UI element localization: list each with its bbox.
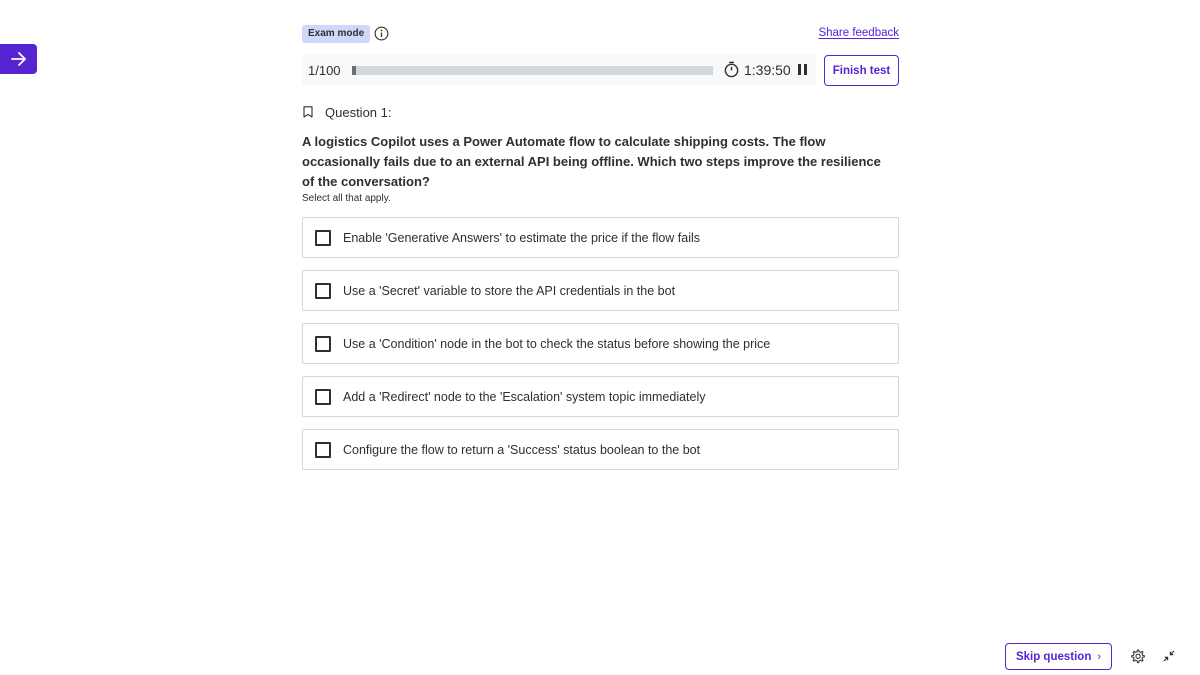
answer-option-label: Add a 'Redirect' node to the 'Escalation… bbox=[343, 389, 706, 404]
progress-fill bbox=[352, 66, 356, 75]
answer-option-label: Use a 'Condition' node in the bot to che… bbox=[343, 336, 771, 351]
question-number-label: Question 1: bbox=[325, 105, 392, 120]
gear-icon[interactable] bbox=[1129, 648, 1146, 665]
answer-option[interactable]: Configure the flow to return a 'Success'… bbox=[302, 429, 899, 470]
answer-option-label: Enable 'Generative Answers' to estimate … bbox=[343, 230, 701, 245]
answer-option-label: Use a 'Secret' variable to store the API… bbox=[343, 283, 676, 298]
skip-question-label: Skip question bbox=[1015, 650, 1092, 663]
skip-question-button[interactable]: Skip question › bbox=[1005, 643, 1112, 670]
sidebar-toggle-button[interactable] bbox=[0, 44, 37, 74]
answer-option[interactable]: Use a 'Secret' variable to store the API… bbox=[302, 270, 899, 311]
timer-display: 1:39:50 bbox=[744, 62, 791, 78]
checkbox[interactable] bbox=[315, 335, 331, 352]
checkbox[interactable] bbox=[315, 388, 331, 405]
answer-options: Enable 'Generative Answers' to estimate … bbox=[302, 217, 899, 482]
chevron-right-icon: › bbox=[1097, 650, 1102, 663]
checkbox[interactable] bbox=[315, 229, 331, 246]
arrow-right-icon bbox=[10, 52, 26, 66]
answer-option[interactable]: Use a 'Condition' node in the bot to che… bbox=[302, 323, 899, 364]
checkbox[interactable] bbox=[315, 441, 331, 458]
checkbox[interactable] bbox=[315, 282, 331, 299]
stopwatch-icon bbox=[724, 61, 739, 78]
question-prompt: A logistics Copilot uses a Power Automat… bbox=[302, 134, 881, 189]
answer-option[interactable]: Add a 'Redirect' node to the 'Escalation… bbox=[302, 376, 899, 417]
share-feedback-link[interactable]: Share feedback bbox=[818, 27, 899, 39]
exam-mode-badge: Exam mode bbox=[302, 25, 371, 43]
finish-test-button[interactable]: Finish test bbox=[824, 55, 899, 86]
answer-option-label: Configure the flow to return a 'Success'… bbox=[343, 442, 701, 457]
bookmark-icon[interactable] bbox=[303, 106, 313, 118]
progress-track bbox=[352, 66, 713, 75]
progress-bar-section: 1/100 1:39:50 bbox=[302, 55, 816, 85]
answer-option[interactable]: Enable 'Generative Answers' to estimate … bbox=[302, 217, 899, 258]
pause-icon[interactable] bbox=[797, 64, 808, 75]
info-icon[interactable] bbox=[374, 26, 389, 41]
select-hint: Select all that apply. bbox=[302, 193, 391, 204]
collapse-icon[interactable] bbox=[1163, 650, 1175, 662]
question-counter: 1/100 bbox=[308, 63, 341, 78]
